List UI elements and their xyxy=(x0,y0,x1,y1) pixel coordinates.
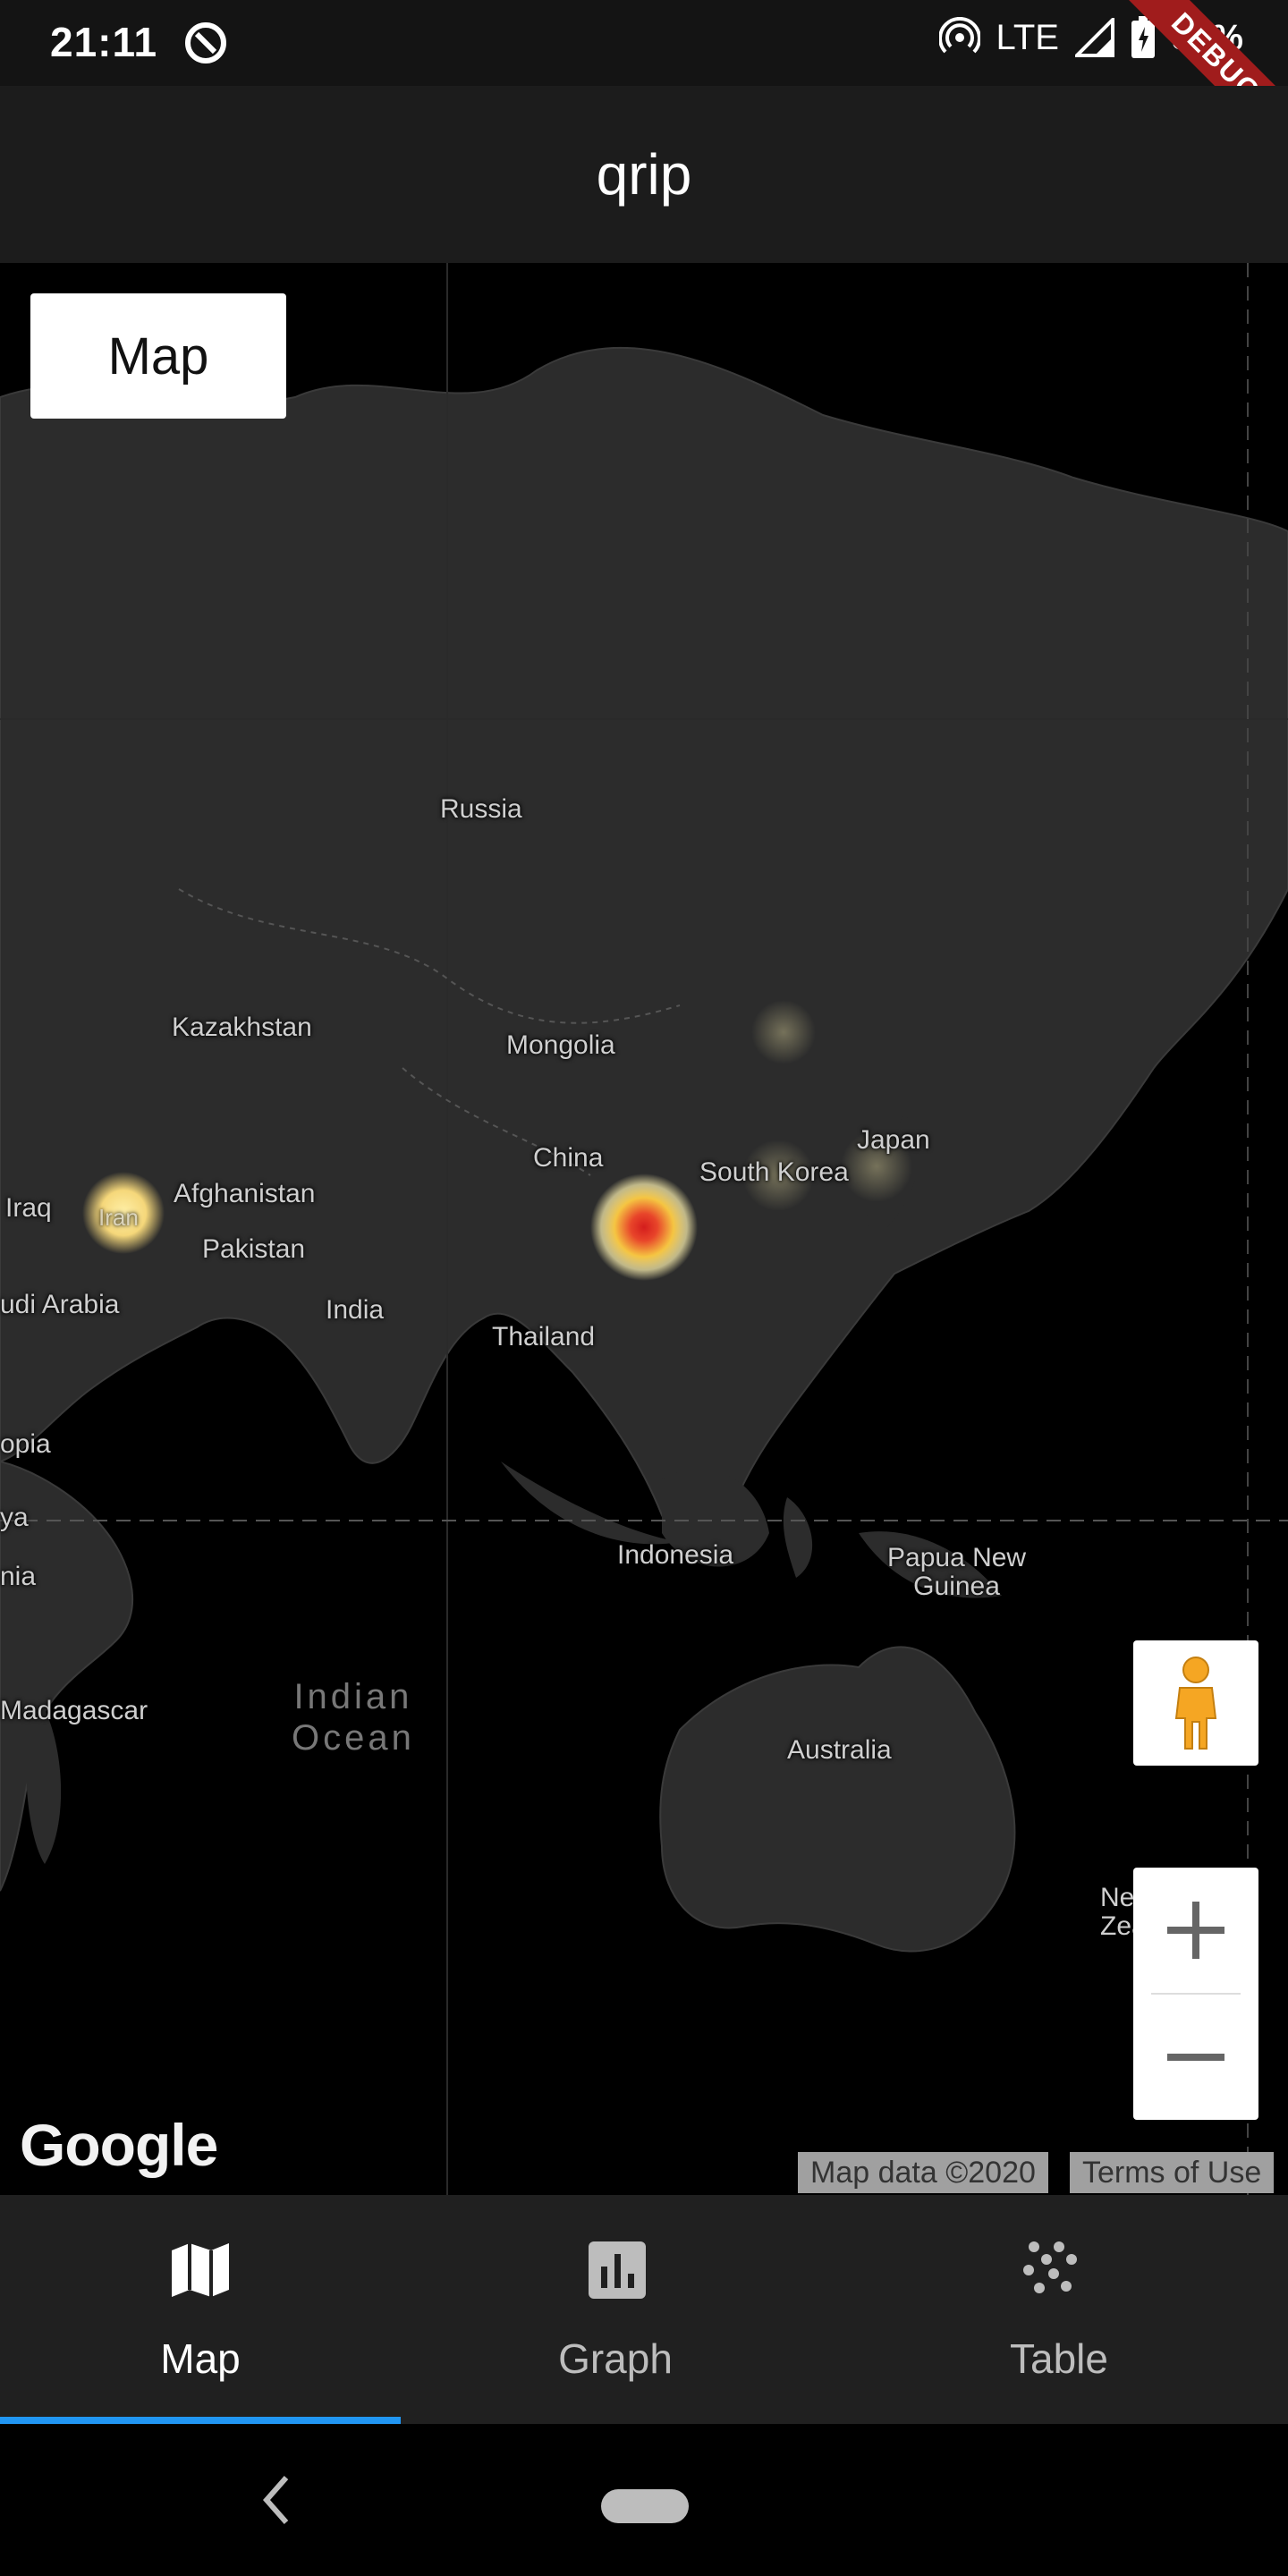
status-bar: 21:11 LTE 82% DEBUG xyxy=(0,0,1288,168)
map-label-india: India xyxy=(326,1295,385,1325)
pegman-icon xyxy=(1174,1657,1217,1750)
status-time: 21:11 xyxy=(50,19,158,65)
map-label-ethiopia: opia xyxy=(0,1429,51,1459)
hotspot-icon xyxy=(938,17,980,54)
map-label-pakistan: Pakistan xyxy=(202,1234,306,1264)
home-gesture-pill[interactable] xyxy=(601,2489,689,2523)
map-label-australia: Australia xyxy=(787,1735,892,1765)
heatmap-spot-china xyxy=(590,1174,698,1281)
nav-label-map: Map xyxy=(160,2335,241,2382)
nav-label-table: Table xyxy=(1010,2335,1108,2382)
map-label-indian-ocean: Indian Ocean xyxy=(292,1676,415,1758)
map-label-png-line2: Guinea xyxy=(913,1572,1000,1601)
map-label-russia: Russia xyxy=(440,794,522,824)
map-label-kenya: ya xyxy=(0,1503,29,1532)
map-label-kazakhstan: Kazakhstan xyxy=(172,1013,312,1042)
map-label-papua-new-guinea: Papua New Guinea xyxy=(887,1544,1026,1601)
plus-icon xyxy=(1167,1902,1224,1959)
signal-icon xyxy=(1074,18,1114,57)
bar-chart-icon xyxy=(589,2241,646,2299)
eurasia-landmass xyxy=(0,346,1288,1539)
network-type: LTE xyxy=(996,17,1059,57)
map-label-afghanistan: Afghanistan xyxy=(174,1179,316,1208)
map-label-south-korea: South Korea xyxy=(699,1157,849,1187)
selected-tab-indicator xyxy=(0,2417,401,2424)
map-label-thailand: Thailand xyxy=(492,1322,596,1352)
map-label-indonesia: Indonesia xyxy=(617,1540,734,1570)
map-label-mongolia: Mongolia xyxy=(506,1030,615,1060)
map-view[interactable]: Russia Kazakhstan Mongolia China Japan S… xyxy=(0,263,1288,2195)
map-label-ocean-line1: Indian xyxy=(293,1677,413,1716)
nav-label-graph: Graph xyxy=(558,2335,673,2382)
map-type-button[interactable]: Map xyxy=(30,293,286,419)
map-data-attribution: Map data ©2020 xyxy=(798,2152,1048,2193)
zoom-out-button[interactable] xyxy=(1133,1995,1258,2120)
data-saver-icon xyxy=(185,22,226,64)
nav-tab-table[interactable]: Table xyxy=(830,2195,1288,2424)
map-canvas xyxy=(0,263,1288,2195)
map-label-ocean-line2: Ocean xyxy=(292,1718,415,1758)
heatmap-spot-beijing xyxy=(751,1000,816,1064)
nav-tab-map[interactable]: Map xyxy=(0,2195,401,2424)
map-label-madagascar: Madagascar xyxy=(0,1696,148,1725)
map-label-tanzania: nia xyxy=(0,1562,37,1591)
map-label-iran: Iran xyxy=(98,1204,139,1231)
scatter-dots-icon xyxy=(1023,2241,1077,2293)
map-label-iraq: Iraq xyxy=(5,1193,52,1223)
minus-icon xyxy=(1167,2054,1224,2061)
google-logo: Google xyxy=(20,2112,218,2178)
terms-of-use-link[interactable]: Terms of Use xyxy=(1070,2152,1275,2193)
australia-landmass xyxy=(659,1646,1016,1953)
back-icon[interactable] xyxy=(258,2470,293,2529)
app-bar: qrip xyxy=(0,86,1288,263)
map-icon xyxy=(172,2243,229,2297)
map-label-png-line1: Papua New xyxy=(887,1543,1027,1572)
app-title: qrip xyxy=(596,142,692,207)
map-label-china: China xyxy=(533,1143,604,1173)
street-view-pegman-button[interactable] xyxy=(1133,1640,1258,1766)
map-label-japan: Japan xyxy=(857,1125,930,1155)
map-label-saudi-arabia: udi Arabia xyxy=(0,1290,120,1319)
zoom-in-button[interactable] xyxy=(1133,1868,1258,1993)
bottom-navigation: Map Graph Table xyxy=(0,2195,1288,2424)
nav-tab-graph[interactable]: Graph xyxy=(401,2195,830,2424)
sulawesi-landmass xyxy=(783,1497,813,1578)
zoom-controls xyxy=(1133,1868,1258,2120)
